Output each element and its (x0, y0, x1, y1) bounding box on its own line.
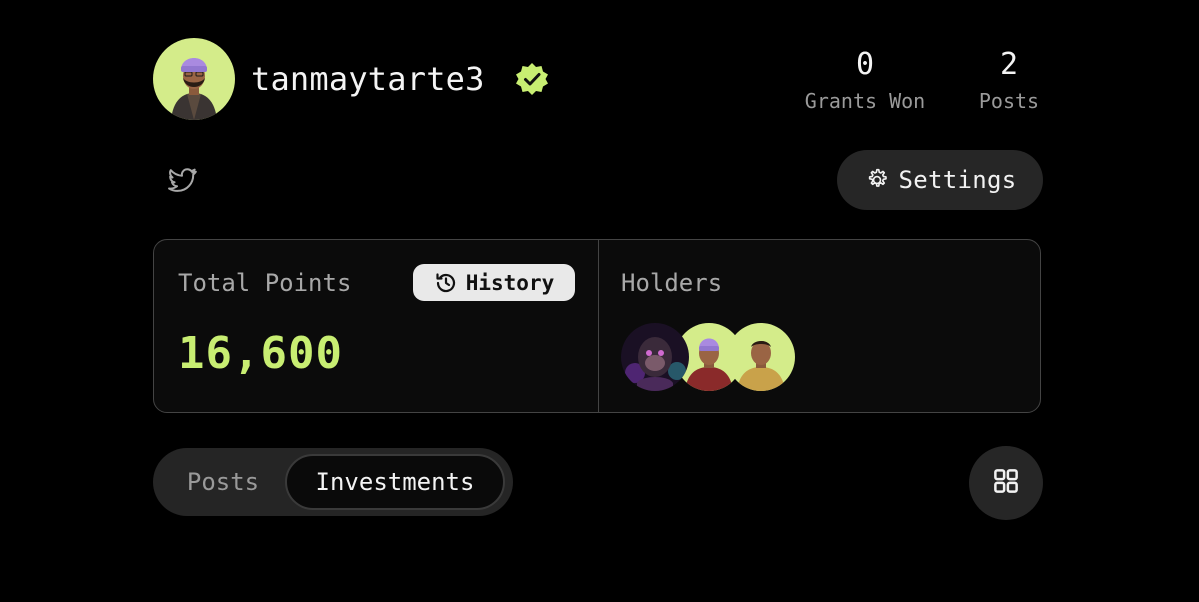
posts-count-value: 2 (999, 47, 1019, 82)
verified-badge-icon (514, 61, 550, 97)
holder-avatar[interactable] (621, 323, 689, 391)
tab-investments[interactable]: Investments (285, 454, 505, 510)
posts-count-label: Posts (978, 89, 1040, 113)
content-tabs: Posts Investments (153, 448, 513, 516)
history-label: History (465, 270, 555, 295)
total-points-label: Total Points (178, 269, 352, 297)
holders-avatars (621, 323, 801, 391)
grants-won-value: 0 (855, 47, 875, 82)
history-icon (434, 271, 458, 295)
points-card: Total Points History 16,600 Holders (153, 239, 1041, 413)
posts-stat[interactable]: 2 Posts (968, 46, 1050, 114)
tab-posts[interactable]: Posts (161, 454, 285, 510)
grid-view-button[interactable] (969, 446, 1043, 520)
grants-won-stat: 0 Grants Won (790, 46, 940, 114)
settings-button[interactable]: Settings (837, 150, 1043, 210)
holders-label: Holders (621, 269, 723, 297)
gear-icon (864, 167, 890, 193)
profile-avatar[interactable] (153, 38, 235, 120)
settings-label: Settings (898, 166, 1017, 194)
total-points-value: 16,600 (178, 328, 343, 379)
history-button[interactable]: History (413, 264, 575, 301)
twitter-icon[interactable] (165, 164, 199, 196)
grants-won-label: Grants Won (804, 89, 926, 113)
grid-icon (991, 466, 1021, 500)
username: tanmaytarte3 (251, 60, 485, 98)
card-divider (598, 240, 599, 412)
